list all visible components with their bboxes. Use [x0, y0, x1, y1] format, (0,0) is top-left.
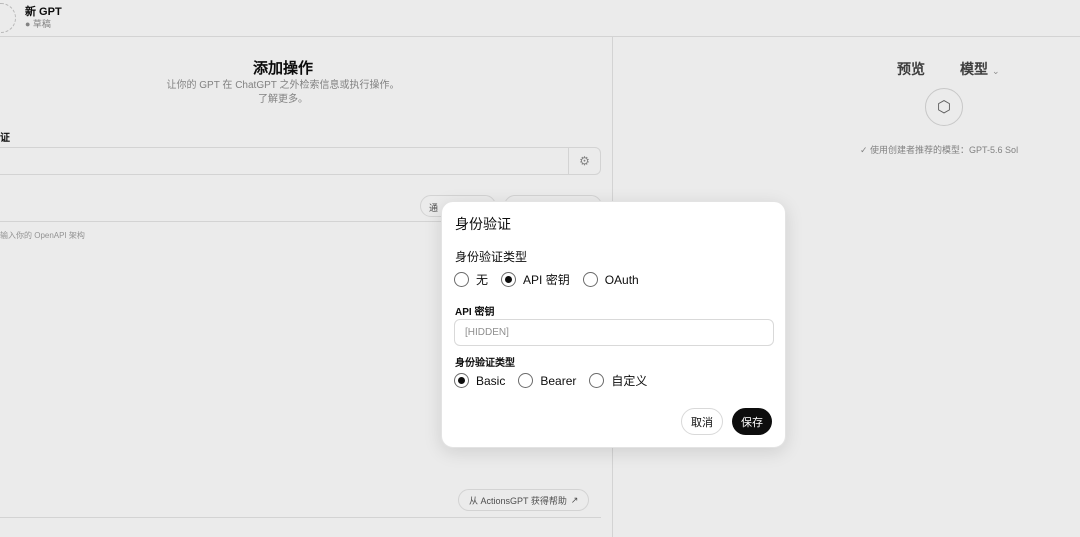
auth-sub-type-label: 身份验证类型 [455, 358, 515, 369]
auth-type-radio-group: 无 API 密钥 OAuth [454, 271, 652, 288]
auth-type-oauth[interactable]: OAuth [582, 272, 639, 287]
auth-type-label: 身份验证类型 [455, 250, 528, 264]
auth-type-api-key[interactable]: API 密钥 [501, 271, 570, 288]
radio-label: Basic [476, 373, 506, 388]
radio-custom[interactable] [589, 373, 605, 388]
sub-type-bearer[interactable]: Bearer [518, 373, 576, 388]
radio-label: API 密钥 [523, 273, 570, 287]
radio-none[interactable] [454, 272, 469, 287]
save-button[interactable]: 保存 [732, 408, 772, 435]
radio-bearer[interactable] [518, 373, 534, 388]
auth-type-none[interactable]: 无 [454, 271, 488, 288]
authentication-dialog: 身份验证 身份验证类型 无 API 密钥 OAuth API 密钥 身份验证类型… [441, 201, 786, 448]
dialog-title: 身份验证 [455, 216, 511, 232]
radio-oauth[interactable] [582, 272, 598, 287]
radio-label: OAuth [604, 272, 639, 287]
radio-label: Bearer [540, 373, 577, 388]
sub-type-basic[interactable]: Basic [454, 373, 505, 388]
radio-label: 无 [476, 273, 489, 287]
radio-api-key[interactable] [501, 272, 517, 287]
cancel-button[interactable]: 取消 [681, 408, 723, 435]
api-key-input[interactable] [454, 319, 774, 346]
api-key-label: API 密钥 [455, 307, 495, 318]
radio-basic[interactable] [454, 373, 469, 388]
auth-sub-type-radio-group: Basic Bearer 自定义 [454, 372, 660, 389]
sub-type-custom[interactable]: 自定义 [589, 372, 647, 389]
radio-label: 自定义 [611, 374, 648, 388]
